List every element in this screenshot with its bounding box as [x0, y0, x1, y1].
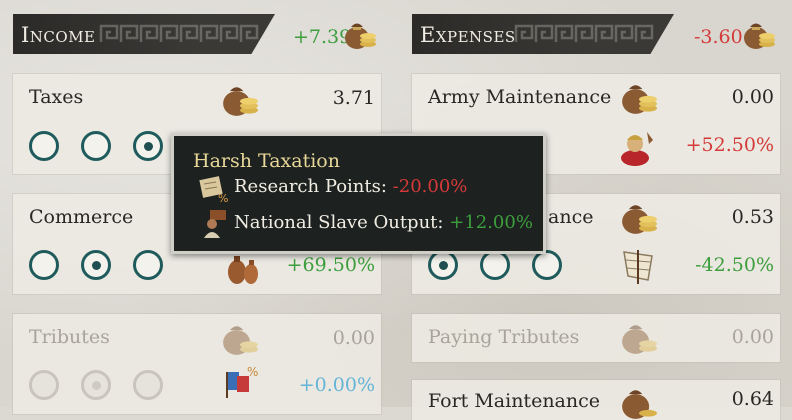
greek-key-ornament — [514, 24, 654, 42]
tributes-level-low[interactable] — [29, 370, 59, 400]
banner-flags-icon: % — [226, 365, 258, 398]
navy-level-low[interactable] — [428, 250, 458, 280]
army-maintenance-label: Army Maintenance — [428, 86, 612, 108]
commerce-level-normal[interactable] — [81, 250, 111, 280]
expenses-header: Expenses -3.60 — [412, 14, 782, 54]
legionary-icon — [621, 132, 653, 166]
slave-output-label: National Slave Output: — [234, 212, 450, 233]
taxes-level-normal[interactable] — [81, 131, 111, 161]
army-maintenance-value: 0.00 — [731, 86, 774, 108]
paying-tributes-label: Paying Tributes — [428, 326, 580, 348]
money-bag-icon — [622, 390, 657, 419]
tooltip-title: Harsh Taxation — [193, 150, 340, 172]
ship-sail-icon — [623, 250, 653, 284]
tributes-value: 0.00 — [332, 327, 375, 349]
tributes-level-normal[interactable] — [81, 370, 111, 400]
scroll-research-icon: % — [199, 176, 228, 204]
tributes-label: Tributes — [29, 326, 110, 348]
income-title: Income — [21, 23, 96, 47]
slave-output-value: +12.00% — [449, 212, 533, 233]
navy-maintenance-modifier: -42.50% — [695, 254, 774, 276]
tributes-card: Tributes 0.00 % +0.00% — [13, 314, 381, 414]
commerce-level-high[interactable] — [133, 250, 163, 280]
money-bag-icon — [223, 87, 258, 116]
paying-tributes-value: 0.00 — [731, 326, 774, 348]
harsh-taxation-tooltip: Harsh Taxation % Research Points: -20.00… — [171, 133, 546, 254]
navy-maintenance-label: ance — [548, 206, 594, 228]
money-bag-icon — [622, 85, 657, 114]
greek-key-ornament — [99, 24, 259, 42]
income-header: Income +7.39 — [13, 14, 383, 54]
navy-level-normal[interactable] — [480, 250, 510, 280]
money-bag-icon — [345, 23, 376, 49]
research-points-label: Research Points: — [234, 176, 393, 197]
money-bag-icon — [622, 205, 657, 234]
tooltip-line-slave-output: National Slave Output: +12.00% — [234, 212, 533, 233]
slave-worker-icon — [204, 210, 226, 238]
expenses-total: -3.60 — [694, 26, 743, 48]
commerce-modifier: +69.50% — [286, 254, 375, 276]
commerce-label: Commerce — [29, 206, 134, 228]
money-bag-icon — [744, 23, 775, 49]
taxes-level-light[interactable] — [29, 131, 59, 161]
navy-level-high[interactable] — [532, 250, 562, 280]
tributes-modifier: +0.00% — [298, 374, 375, 396]
taxes-label: Taxes — [29, 86, 84, 108]
navy-maintenance-value: 0.53 — [731, 206, 774, 228]
research-points-value: -20.00% — [392, 176, 468, 197]
taxes-value: 3.71 — [332, 87, 375, 109]
commerce-level-low[interactable] — [29, 250, 59, 280]
taxes-level-harsh[interactable] — [133, 131, 163, 161]
money-bag-icon — [223, 326, 258, 355]
amphora-icon — [228, 256, 258, 284]
money-bag-icon — [622, 325, 657, 354]
fort-maintenance-label: Fort Maintenance — [428, 390, 601, 412]
army-maintenance-modifier: +52.50% — [685, 134, 774, 156]
expenses-title: Expenses — [420, 23, 516, 47]
svg-text:%: % — [218, 192, 228, 204]
tooltip-line-research: Research Points: -20.00% — [234, 176, 467, 197]
svg-text:%: % — [247, 365, 258, 379]
paying-tributes-card: Paying Tributes 0.00 — [412, 314, 780, 362]
fort-maintenance-card: Fort Maintenance 0.64 — [412, 380, 780, 420]
tributes-level-high[interactable] — [133, 370, 163, 400]
